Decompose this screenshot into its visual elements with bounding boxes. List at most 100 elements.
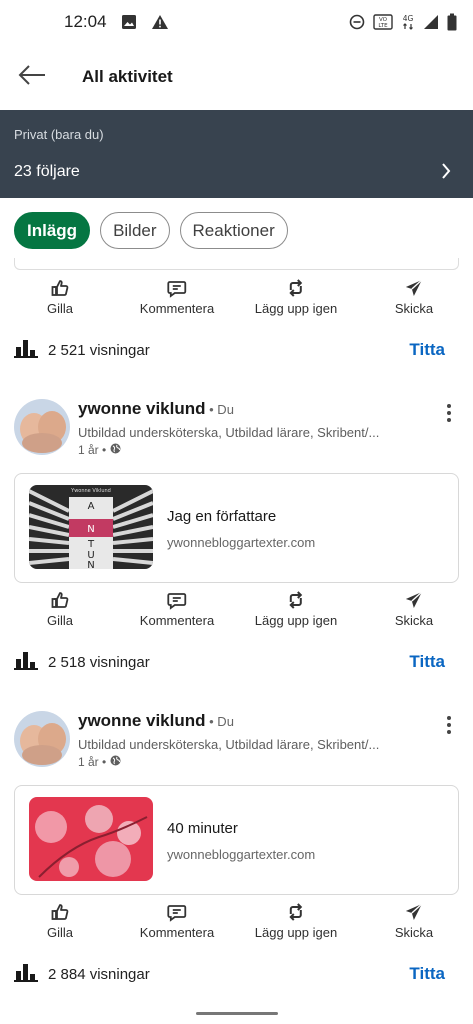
post-header: ywonne viklund • Du Utbildad undersköter… [14, 399, 459, 461]
battery-icon [447, 13, 457, 31]
view-stats-link[interactable]: Titta [409, 340, 445, 360]
4g-icon: 4G [401, 13, 415, 31]
send-button[interactable]: Skicka [395, 900, 433, 940]
author-line: ywonne viklund • Du [78, 711, 234, 731]
home-gesture-bar[interactable] [196, 1012, 278, 1015]
link-domain: ywonnebloggartexter.com [167, 535, 316, 550]
view-stats-link[interactable]: Titta [409, 964, 445, 984]
repost-icon [286, 588, 306, 612]
social-actions-row: Gilla Kommentera Lägg upp igen Skicka [0, 588, 473, 638]
send-label: Skicka [394, 301, 434, 316]
author-line: ywonne viklund • Du [78, 399, 234, 419]
link-preview-card[interactable]: 40 minuter ywonnebloggartexter.com [14, 785, 459, 895]
post-stats-row: 2 884 visningar Titta [14, 960, 459, 988]
comment-button[interactable]: Kommentera [140, 588, 214, 628]
views-count: 2 521 visningar [48, 341, 150, 359]
author-relation: • Du [205, 402, 234, 417]
post-time: 1 år • [78, 443, 107, 457]
send-icon [404, 588, 424, 612]
repost-button[interactable]: Lägg upp igen [255, 588, 337, 628]
repost-icon [286, 900, 306, 924]
repost-label: Lägg upp igen [254, 925, 338, 940]
like-button[interactable]: Gilla [47, 588, 73, 628]
link-thumbnail [29, 797, 153, 881]
page-title: All aktivitet [82, 67, 173, 86]
like-label: Gilla [46, 613, 74, 628]
send-button[interactable]: Skicka [395, 276, 433, 316]
post-time: 1 år • [78, 755, 107, 769]
post-meta: 1 år • [78, 755, 121, 769]
filter-chips: Inlägg Bilder Reaktioner [14, 212, 288, 249]
thumbnail-letter: A [88, 501, 95, 512]
like-icon [50, 276, 70, 300]
comment-icon [167, 588, 187, 612]
app-header: All aktivitet [0, 44, 473, 110]
chip-bilder[interactable]: Bilder [100, 212, 170, 249]
thumbnail-letter: T [87, 539, 95, 550]
comment-button[interactable]: Kommentera [140, 900, 214, 940]
do-not-disturb-icon [349, 14, 365, 30]
author-headline: Utbildad undersköterska, Utbildad lärare… [78, 425, 380, 440]
chip-inlagg[interactable]: Inlägg [14, 212, 91, 249]
like-button[interactable]: Gilla [47, 276, 73, 316]
send-icon [404, 900, 424, 924]
send-button[interactable]: Skicka [395, 588, 433, 628]
thumbnail-caption: Ywonne Viklund [70, 488, 111, 494]
like-label: Gilla [46, 301, 74, 316]
view-stats-link[interactable]: Titta [409, 652, 445, 672]
signal-icon [423, 14, 439, 30]
volte-icon: VO LTE [373, 14, 393, 30]
chip-reaktioner[interactable]: Reaktioner [179, 212, 288, 249]
avatar[interactable] [14, 399, 70, 455]
more-vert-icon [447, 404, 451, 408]
analytics-bar-icon [14, 962, 38, 987]
send-icon [404, 276, 424, 300]
author-name[interactable]: ywonne viklund [78, 399, 206, 418]
repost-button[interactable]: Lägg upp igen [255, 900, 337, 940]
like-icon [50, 588, 70, 612]
warning-icon [151, 14, 169, 30]
link-domain: ywonnebloggartexter.com [167, 847, 316, 862]
globe-icon [110, 443, 121, 457]
status-bar: 12:04 VO LTE 4G [0, 0, 473, 44]
link-title: 40 minuter [167, 820, 238, 837]
svg-text:LTE: LTE [378, 23, 388, 29]
comment-label: Kommentera [139, 925, 215, 940]
status-time: 12:04 [64, 12, 107, 31]
repost-icon [286, 276, 306, 300]
arrow-left-icon [18, 64, 46, 91]
analytics-bar-icon [14, 338, 38, 363]
comment-button[interactable]: Kommentera [140, 276, 214, 316]
back-button[interactable] [0, 44, 64, 110]
social-actions-row: Gilla Kommentera Lägg upp igen Skicka [0, 276, 473, 326]
social-actions-row: Gilla Kommentera Lägg upp igen Skicka [0, 900, 473, 950]
more-options-button[interactable] [439, 713, 459, 737]
comment-icon [167, 276, 187, 300]
chevron-right-icon [441, 162, 451, 185]
link-thumbnail: Ywonne Viklund A N T U N [29, 485, 153, 569]
like-icon [50, 900, 70, 924]
analytics-bar-icon [14, 650, 38, 675]
like-button[interactable]: Gilla [47, 900, 73, 940]
avatar[interactable] [14, 711, 70, 767]
globe-icon [110, 755, 121, 769]
svg-text:4G: 4G [403, 14, 414, 23]
more-options-button[interactable] [439, 401, 459, 425]
comment-icon [167, 900, 187, 924]
post-header: ywonne viklund • Du Utbildad undersköter… [14, 711, 459, 773]
send-label: Skicka [394, 613, 434, 628]
comment-label: Kommentera [139, 301, 215, 316]
post-meta: 1 år • [78, 443, 121, 457]
views-count: 2 518 visningar [48, 653, 150, 671]
thumbnail-letter: N [87, 560, 94, 569]
image-icon [121, 14, 137, 30]
send-label: Skicka [394, 925, 434, 940]
followers-count: 23 följare [14, 163, 80, 180]
followers-banner[interactable]: Privat (bara du) 23 följare [0, 110, 473, 198]
like-label: Gilla [46, 925, 74, 940]
repost-label: Lägg upp igen [254, 301, 338, 316]
repost-button[interactable]: Lägg upp igen [255, 276, 337, 316]
link-preview-card[interactable]: Ywonne Viklund A N T U N Jag en författa… [14, 473, 459, 583]
author-name[interactable]: ywonne viklund [78, 711, 206, 730]
comment-label: Kommentera [139, 613, 215, 628]
